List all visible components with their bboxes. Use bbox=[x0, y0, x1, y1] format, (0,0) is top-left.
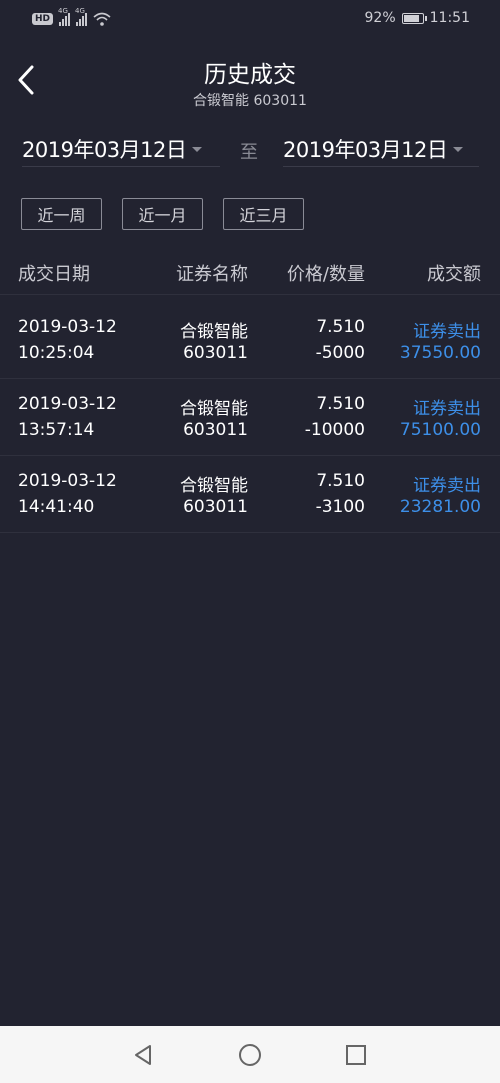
nav-home-button[interactable] bbox=[238, 1043, 262, 1067]
date-to-value: 2019年03月12日 bbox=[283, 138, 448, 162]
header-amount: 成交额 bbox=[427, 264, 481, 285]
trade-amount: 75100.00 bbox=[399, 420, 481, 440]
trade-quantity: -3100 bbox=[315, 497, 365, 517]
date-to-selector[interactable]: 2019年03月12日 bbox=[283, 132, 479, 167]
to-label: 至 bbox=[240, 142, 258, 163]
trade-quantity: -10000 bbox=[304, 420, 365, 440]
trade-price: 7.510 bbox=[316, 471, 365, 491]
trade-type[interactable]: 证券卖出 bbox=[413, 471, 481, 496]
trade-date: 2019-03-12 bbox=[18, 317, 117, 337]
caret-down-icon bbox=[453, 146, 464, 152]
header-date: 成交日期 bbox=[18, 264, 90, 285]
table-row[interactable]: 2019-03-12 13:57:14 合锻智能 603011 7.510 -1… bbox=[0, 378, 500, 456]
square-recent-icon bbox=[346, 1045, 366, 1065]
nav-back-button[interactable] bbox=[131, 1043, 155, 1067]
status-right: 92% 11:51 bbox=[365, 10, 470, 26]
trade-quantity: -5000 bbox=[315, 343, 365, 363]
table-row[interactable]: 2019-03-12 10:25:04 合锻智能 603011 7.510 -5… bbox=[0, 301, 500, 379]
status-left: HD 4G 4G bbox=[32, 7, 111, 26]
battery-fill bbox=[403, 14, 420, 22]
circle-home-icon bbox=[239, 1044, 261, 1066]
status-bar: HD 4G 4G 92% 11:51 bbox=[0, 0, 500, 42]
trade-type[interactable]: 证券卖出 bbox=[413, 394, 481, 419]
wifi-icon bbox=[93, 12, 111, 26]
triangle-back-icon bbox=[135, 1045, 151, 1065]
trade-date: 2019-03-12 bbox=[18, 394, 117, 414]
signal-icon: 4G bbox=[75, 7, 88, 26]
header-price-qty: 价格/数量 bbox=[286, 264, 365, 285]
battery-icon bbox=[401, 12, 427, 24]
signal-icon: 4G bbox=[58, 7, 71, 26]
signal-label: 4G bbox=[58, 7, 68, 15]
hd-badge: HD bbox=[32, 13, 54, 25]
trade-date: 2019-03-12 bbox=[18, 471, 117, 491]
security-name: 合锻智能 bbox=[180, 476, 248, 496]
date-from-value: 2019年03月12日 bbox=[22, 138, 187, 162]
battery-percent: 92% bbox=[364, 10, 396, 26]
quick-three-month-button[interactable]: 近三月 bbox=[223, 198, 304, 230]
trade-time: 13:57:14 bbox=[18, 420, 95, 440]
security-code: 603011 bbox=[183, 343, 248, 363]
page-title: 历史成交 bbox=[204, 62, 296, 88]
signal-label: 4G bbox=[75, 7, 85, 15]
trade-price: 7.510 bbox=[316, 394, 365, 414]
caret-down-icon bbox=[192, 146, 203, 152]
trade-price: 7.510 bbox=[316, 317, 365, 337]
trade-amount: 23281.00 bbox=[399, 497, 481, 517]
table-header: 成交日期 证券名称 价格/数量 成交额 bbox=[0, 248, 500, 295]
trade-type[interactable]: 证券卖出 bbox=[413, 317, 481, 342]
trade-amount: 37550.00 bbox=[399, 343, 481, 363]
trade-time: 10:25:04 bbox=[18, 343, 95, 363]
system-nav-bar bbox=[0, 1026, 500, 1083]
date-from-selector[interactable]: 2019年03月12日 bbox=[22, 132, 220, 167]
quick-week-button[interactable]: 近一周 bbox=[21, 198, 102, 230]
security-name: 合锻智能 bbox=[180, 322, 248, 342]
header-name: 证券名称 bbox=[176, 264, 248, 285]
trade-time: 14:41:40 bbox=[18, 497, 95, 517]
clock: 11:51 bbox=[429, 10, 470, 26]
security-code: 603011 bbox=[183, 497, 248, 517]
nav-recent-button[interactable] bbox=[344, 1043, 368, 1067]
security-code: 603011 bbox=[183, 420, 248, 440]
page-subtitle: 合锻智能 603011 bbox=[193, 93, 307, 109]
table-row[interactable]: 2019-03-12 14:41:40 合锻智能 603011 7.510 -3… bbox=[0, 455, 500, 533]
security-name: 合锻智能 bbox=[180, 399, 248, 419]
quick-month-button[interactable]: 近一月 bbox=[122, 198, 203, 230]
